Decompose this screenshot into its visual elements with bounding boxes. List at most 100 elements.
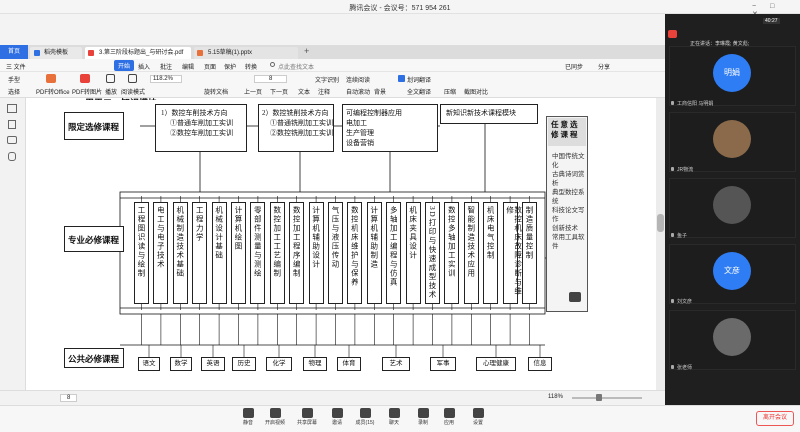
core-course-label: 数控机床故障诊断与维修 <box>505 206 522 296</box>
public-course-box: 化学 <box>266 357 292 371</box>
record-button[interactable]: 录制 <box>410 406 436 426</box>
apps-button[interactable]: 应用 <box>436 406 462 426</box>
participant-name: 刘文彦 <box>677 299 693 305</box>
any-elective-title: 任意选修课程 <box>551 120 580 139</box>
public-course-box: 历史 <box>232 357 256 371</box>
public-course-box: 语文 <box>138 357 160 371</box>
core-course-label: 计算机辅助设计 <box>311 206 320 269</box>
control-label: 聊天 <box>388 420 399 426</box>
participant-name: 张老师 <box>677 365 693 371</box>
image-icon[interactable] <box>569 292 581 302</box>
elective-newtech-title: 新知识新技术课程模块 <box>446 109 516 117</box>
mute-button[interactable]: 静音 <box>235 406 261 426</box>
status-zoom[interactable]: 118% <box>548 394 563 400</box>
avatar: 明娟 <box>713 54 751 92</box>
core-course-label: 计算机绘图 <box>234 206 242 251</box>
microphone-icon <box>242 408 254 418</box>
core-course-label: 气压与液压传动 <box>331 206 339 269</box>
vertical-scrollbar[interactable] <box>656 98 665 390</box>
control-label: 录制 <box>417 420 428 426</box>
microphone-icon <box>671 101 674 105</box>
meeting-time: 40:27 <box>763 18 780 24</box>
settings-icon <box>472 408 484 418</box>
any-elective-item: 典型数控系统 <box>552 189 585 205</box>
elective-turning-item1: ①普通车削加工实训 <box>170 119 233 127</box>
microphone-icon <box>671 299 674 303</box>
core-course-label: 多轴加工编程与仿真 <box>389 206 398 287</box>
label-core-text: 专业必修课程 <box>68 235 120 245</box>
microphone-icon <box>671 167 674 171</box>
elective-turning-item2: ②数控车削加工实训 <box>170 129 233 137</box>
video-camera-icon <box>269 408 281 418</box>
apps-icon <box>443 408 455 418</box>
public-course-box: 体育 <box>337 357 361 371</box>
core-course-label: 电工与电子技术 <box>156 206 165 269</box>
avatar: 文彦 <box>713 252 751 290</box>
label-public-text: 公共必修课程 <box>68 354 120 364</box>
any-elective-list: 中国传统文化 古典诗词赏析 典型数控系统 科技论文写作创新技术常用工具软件 <box>552 152 586 251</box>
zoom-slider[interactable] <box>572 397 642 399</box>
chat-icon <box>388 408 400 418</box>
invite-button[interactable]: 邀请 <box>324 406 350 426</box>
any-elective-item: 创新技术 <box>552 225 578 232</box>
avatar <box>713 120 751 158</box>
public-course-box: 信息 <box>528 357 552 371</box>
microphone-icon <box>671 233 674 237</box>
avatar <box>713 318 751 356</box>
members-icon <box>359 408 371 418</box>
avatar <box>713 186 751 224</box>
control-label: 开启视频 <box>264 420 285 426</box>
zoom-slider-knob[interactable] <box>596 394 602 401</box>
core-course-label: 数控多轴加工实训 <box>447 206 456 278</box>
core-course-label: 工程图识读与绘制 <box>137 206 145 278</box>
public-course-box: 艺术 <box>382 357 410 371</box>
core-course-label: 数控加工程序编制 <box>292 206 301 278</box>
core-course-label: 制造质量控制 <box>525 206 533 260</box>
status-page[interactable]: 8 <box>60 394 78 402</box>
elective-turning-title: 1）数控车削技术方向 <box>161 109 228 117</box>
video-button[interactable]: 开启视频 <box>262 406 288 426</box>
any-elective-item: 古典诗词赏析 <box>552 171 585 187</box>
public-course-box: 英语 <box>201 357 225 371</box>
core-course-label: 零部件测量与测绘 <box>253 206 262 278</box>
elective-misc-item3: 生产管理 <box>346 129 374 137</box>
invite-icon <box>331 408 343 418</box>
record-icon <box>417 408 429 418</box>
any-elective-item: 常用工具软件 <box>552 234 585 250</box>
public-course-box: 军事 <box>430 357 456 371</box>
control-label: 邀请 <box>331 420 342 426</box>
core-course-label: 智能制造技术应用 <box>466 206 475 278</box>
control-label: 成员(15) <box>355 420 375 426</box>
core-course-label: 机床夹具设计 <box>408 206 417 260</box>
participant-name: 鱼子 <box>677 233 688 239</box>
share-screen-icon <box>301 408 313 418</box>
members-button[interactable]: 成员(15) <box>352 406 378 426</box>
control-label: 应用 <box>443 420 454 426</box>
elective-milling-title: 2）数控铣削技术方向 <box>262 109 329 117</box>
core-course-label: 数控机床维护与保养 <box>350 206 359 287</box>
input-method-icon <box>668 30 677 38</box>
chat-button[interactable]: 聊天 <box>381 406 407 426</box>
microphone-icon <box>671 365 674 369</box>
settings-button[interactable]: 设置 <box>465 406 491 426</box>
core-course-label: 机械制造技术基础 <box>175 206 184 278</box>
elective-misc-item4: 设备营销 <box>346 139 374 147</box>
elective-misc-item1: 可编程控制器应用 <box>346 109 402 117</box>
public-course-box: 心理健康 <box>476 357 516 371</box>
core-course-label: 机床电气控制 <box>486 206 495 260</box>
leave-meeting-button[interactable]: 离开会议 <box>756 411 794 426</box>
scroll-thumb[interactable] <box>657 214 664 232</box>
core-course-label: 机械设计基础 <box>214 206 223 260</box>
any-elective-item: 科技论文写作 <box>552 207 585 223</box>
control-label: 设置 <box>472 420 483 426</box>
share-screen-button[interactable]: 共享屏幕 <box>294 406 320 426</box>
elective-milling-item2: ②数控铣削加工实训 <box>270 129 333 137</box>
elective-milling-item1: ①普通铣削加工实训 <box>270 119 333 127</box>
control-label: 共享屏幕 <box>296 420 317 426</box>
participant-name: 工商信阳 马明娟 <box>677 101 714 107</box>
core-course-label: 3D打印与快速成型技术 <box>428 206 436 300</box>
wps-status-bar <box>0 390 665 405</box>
label-elective-restricted-text: 限定选修课程 <box>68 122 120 132</box>
participant-name: JR物流 <box>677 167 694 173</box>
any-elective-item: 中国传统文化 <box>552 153 585 169</box>
